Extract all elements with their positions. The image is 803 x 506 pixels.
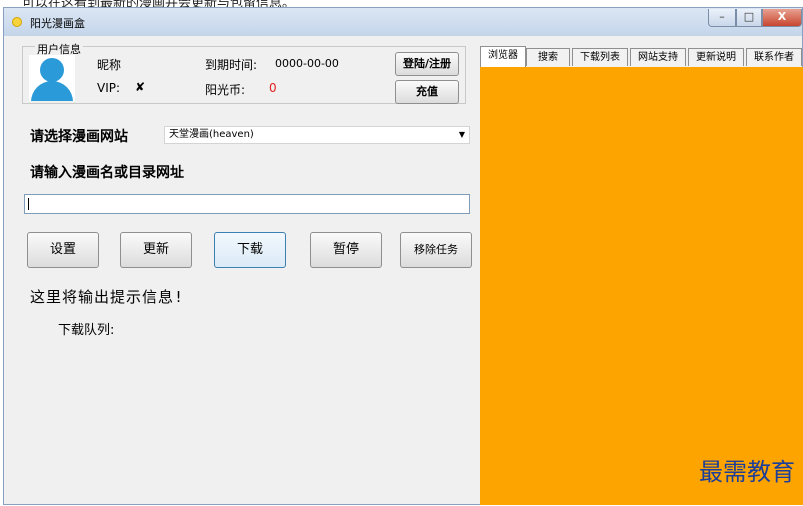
user-info-group: 用户信息 昵称 VIP: ✘ 到期时间: 0000-00-00 阳光币: 0 登…: [22, 41, 466, 104]
avatar: [29, 55, 75, 101]
avatar-body-icon: [31, 81, 73, 101]
tab-contact-author[interactable]: 联系作者: [746, 48, 802, 66]
expire-label: 到期时间:: [205, 58, 258, 72]
site-select-label: 请选择漫画网站: [30, 129, 128, 145]
vip-label: VIP:: [97, 81, 121, 95]
minimize-button[interactable]: –: [708, 9, 736, 27]
comic-name-input[interactable]: [24, 194, 470, 214]
output-hint-text: 这里将输出提示信息!: [30, 288, 185, 306]
tab-download-list[interactable]: 下载列表: [572, 48, 628, 66]
text-caret: [28, 198, 29, 210]
watermark-text: 最需教育: [699, 458, 795, 486]
nickname-label: 昵称: [97, 58, 122, 72]
settings-button[interactable]: 设置: [27, 232, 99, 268]
maximize-button[interactable]: □: [736, 9, 762, 27]
tab-browser[interactable]: 浏览器: [480, 46, 526, 67]
coin-value: 0: [269, 81, 277, 95]
remove-task-button[interactable]: 移除任务: [400, 232, 472, 268]
close-button[interactable]: X: [762, 9, 802, 27]
recharge-button[interactable]: 充值: [395, 80, 459, 104]
update-button[interactable]: 更新: [120, 232, 192, 268]
dropdown-arrow-icon[interactable]: ▼: [459, 127, 465, 143]
coin-label: 阳光币:: [205, 83, 246, 97]
comic-input-label: 请输入漫画名或目录网址: [30, 165, 184, 181]
tab-panel: 浏览器 搜索 下载列表 网站支持 更新说明 联系作者: [478, 46, 803, 506]
tab-search[interactable]: 搜索: [526, 48, 570, 66]
expire-value: 0000-00-00: [275, 57, 339, 70]
control-panel: 用户信息 昵称 VIP: ✘ 到期时间: 0000-00-00 阳光币: 0 登…: [14, 36, 476, 504]
browser-view[interactable]: [480, 67, 803, 505]
site-select-value: 天堂漫画(heaven): [169, 129, 254, 140]
download-button[interactable]: 下载: [214, 232, 286, 268]
tab-site-support[interactable]: 网站支持: [630, 48, 686, 66]
download-queue-label: 下载队列:: [58, 323, 115, 338]
app-logo-icon: [12, 17, 22, 27]
vip-status-icon: ✘: [135, 80, 146, 94]
login-register-button[interactable]: 登陆/注册: [395, 52, 459, 76]
window-title: 阳光漫画盒: [30, 17, 85, 30]
tab-changelog[interactable]: 更新说明: [688, 48, 744, 66]
avatar-head-icon: [40, 58, 64, 82]
title-bar: 阳光漫画盒 – □ X: [4, 8, 802, 36]
pause-button[interactable]: 暂停: [310, 232, 382, 268]
app-window: 阳光漫画盒 – □ X 用户信息 昵称 VIP: ✘ 到期时间: 0000-00…: [3, 7, 803, 505]
site-select[interactable]: 天堂漫画(heaven) ▼: [164, 126, 470, 144]
